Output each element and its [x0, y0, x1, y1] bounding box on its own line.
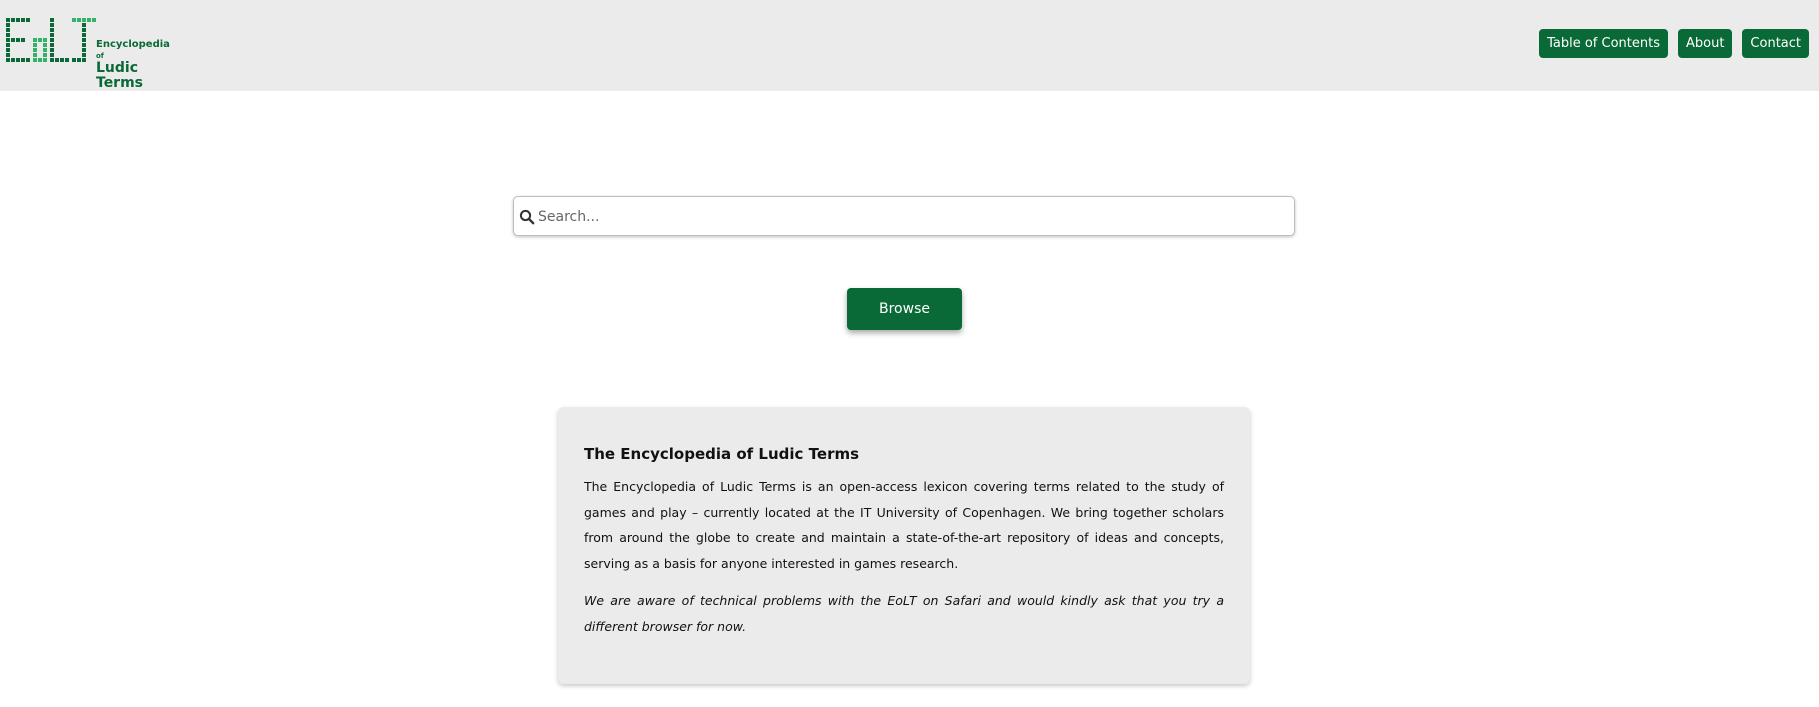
intro-title: The Encyclopedia of Ludic Terms — [584, 445, 860, 463]
logo-line1: Encyclopedia — [96, 39, 170, 50]
logo-line2: Ludic Terms — [96, 60, 144, 91]
logo-of: of — [96, 51, 104, 60]
top-nav: Table of Contents About Contact — [1539, 29, 1809, 58]
search-bar[interactable] — [513, 196, 1295, 237]
intro-body: The Encyclopedia of Ludic Terms is an op… — [584, 479, 1224, 571]
search-input[interactable] — [536, 197, 1280, 237]
search-icon — [519, 209, 535, 225]
safari-notice: We are aware of technical problems with … — [584, 593, 1224, 634]
site-header: Encyclopedia of Ludic Terms Table of Con… — [0, 0, 1819, 91]
nav-about[interactable]: About — [1677, 29, 1733, 58]
site-logo[interactable]: Encyclopedia of Ludic Terms — [6, 18, 176, 90]
logo-wordmark: Encyclopedia of Ludic Terms — [96, 39, 176, 91]
eolt-logo-mark — [6, 18, 96, 62]
browse-button[interactable]: Browse — [847, 288, 962, 330]
nav-contact[interactable]: Contact — [1742, 29, 1809, 58]
intro-card: The Encyclopedia of Ludic Terms The Ency… — [558, 407, 1250, 684]
nav-table-of-contents[interactable]: Table of Contents — [1539, 29, 1668, 58]
